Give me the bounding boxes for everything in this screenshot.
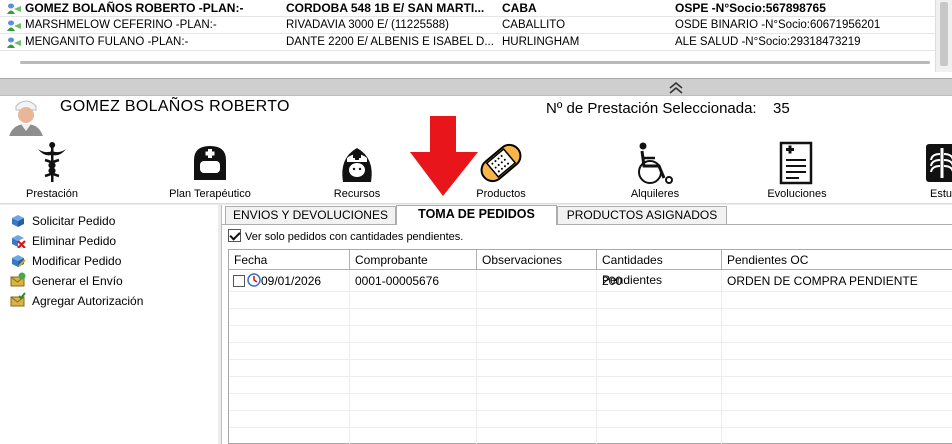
patient-name-cell: MENGANITO FULANO -PLAN:-	[25, 36, 189, 48]
row-divider	[229, 410, 952, 411]
action-label: Agregar Autorización	[32, 294, 144, 308]
patient-row[interactable]: MARSHMELOW CEFERINO -PLAN:- RIVADAVIA 30…	[0, 17, 935, 34]
tab-productos-asignados[interactable]: PRODUCTOS ASIGNADOS	[557, 206, 727, 224]
patient-name-cell: MARSHMELOW CEFERINO -PLAN:-	[25, 19, 217, 31]
tab-toma-de-pedidos[interactable]: TOMA DE PEDIDOS	[396, 205, 557, 225]
patient-address-cell: DANTE 2200 E/ ALBENIS E ISABEL D...	[286, 36, 494, 48]
column-divider	[476, 270, 477, 444]
patient-address-cell: RIVADAVIA 3000 E/ (11225588)	[286, 19, 450, 31]
patient-coverage-cell: OSDE BINARIO -N°Socio:60671956201	[675, 19, 881, 31]
action-agregar-autorizacion[interactable]: Agregar Autorización	[10, 292, 143, 310]
pending-filter[interactable]: Ver solo pedidos con cantidades pendient…	[228, 229, 463, 245]
toolbar-plan-terapeutico[interactable]: Plan Terapéutico	[162, 136, 258, 204]
patient-city-cell: HURLINGHAM	[502, 36, 580, 48]
patient-row[interactable]: MENGANITO FULANO -PLAN:- DANTE 2200 E/ A…	[0, 34, 935, 51]
orders-table: Fecha Comprobante Observaciones Cantidad…	[228, 249, 952, 444]
authorization-icon	[10, 292, 26, 307]
send-icon	[10, 272, 26, 287]
row-divider	[229, 393, 952, 394]
row-divider	[229, 291, 952, 292]
pending-filter-label: Ver solo pedidos con cantidades pendient…	[245, 231, 464, 243]
column-header[interactable]: Cantidades Pendientes	[597, 250, 722, 287]
patient-icon	[7, 37, 21, 48]
patient-list: GOMEZ BOLAÑOS ROBERTO -PLAN:- CORDOBA 54…	[0, 0, 952, 78]
patient-city-cell: CABA	[502, 1, 537, 15]
fecha-cell: 09/01/2026	[229, 271, 321, 291]
patient-icon	[7, 20, 21, 31]
tab-envios-devoluciones[interactable]: ENVIOS Y DEVOLUCIONES	[225, 206, 396, 224]
row-divider	[229, 376, 952, 377]
scrollbar-thumb[interactable]	[940, 2, 948, 66]
orders-panel: ENVIOS Y DEVOLUCIONES TOMA DE PEDIDOS PR…	[221, 205, 952, 444]
patient-coverage-cell: ALE SALUD -N°Socio:29318473219	[675, 36, 861, 48]
prestacion-value: 35	[773, 100, 790, 117]
chevron-up-double-icon[interactable]	[668, 81, 684, 95]
action-modificar-pedido[interactable]: Modificar Pedido	[10, 252, 121, 270]
actions-panel: Solicitar Pedido Eliminar Pedido Modific…	[0, 205, 218, 444]
delete-order-icon	[12, 235, 26, 248]
patient-city-cell: CABALLITO	[502, 19, 566, 31]
row-divider	[229, 308, 952, 309]
tab-strip-border	[222, 224, 952, 225]
toolbar-alquileres[interactable]: Alquileres	[622, 136, 688, 204]
row-divider	[229, 325, 952, 326]
fecha-value: 09/01/2026	[261, 274, 322, 288]
toolbar-evoluciones[interactable]: Evoluciones	[764, 136, 830, 204]
pending-filter-checkbox[interactable]	[228, 229, 241, 242]
row-divider	[229, 359, 952, 360]
action-eliminar-pedido[interactable]: Eliminar Pedido	[10, 232, 116, 250]
order-status-icon	[247, 273, 261, 287]
column-divider	[721, 270, 722, 444]
toolbar-estudios[interactable]: Estu	[922, 136, 952, 204]
horizontal-scrollbar[interactable]	[20, 61, 930, 64]
row-divider	[229, 427, 952, 428]
toolbar-label: Evoluciones	[767, 188, 827, 200]
edit-order-icon	[12, 255, 26, 267]
column-divider	[596, 270, 597, 444]
column-header[interactable]: Observaciones	[477, 250, 597, 270]
toolbar-label: Prestación	[26, 188, 78, 200]
toolbar-label: Alquileres	[630, 188, 680, 200]
action-solicitar-pedido[interactable]: Solicitar Pedido	[10, 212, 115, 230]
observaciones-cell	[477, 271, 482, 291]
row-divider	[229, 342, 952, 343]
action-generar-envio[interactable]: Generar el Envío	[10, 272, 123, 290]
prestacion-label: Nº de Prestación Seleccionada:	[546, 100, 757, 117]
patient-coverage-cell: OSPE -N°Socio:567898765	[675, 1, 826, 15]
nurse-helmet-icon	[194, 146, 226, 180]
column-header[interactable]: Pendientes OC	[722, 250, 952, 270]
row-checkbox[interactable]	[233, 275, 245, 287]
red-arrow-icon	[410, 116, 478, 196]
toolbar-recursos[interactable]: Recursos	[326, 136, 388, 204]
column-header[interactable]: Fecha	[229, 250, 350, 270]
action-label: Eliminar Pedido	[32, 234, 117, 248]
patient-address-cell: CORDOBA 548 1B E/ SAN MARTI...	[286, 1, 485, 15]
toolbar-label: Estu	[930, 188, 952, 200]
patient-name-cell: GOMEZ BOLAÑOS ROBERTO -PLAN:-	[25, 1, 244, 15]
action-label: Modificar Pedido	[32, 254, 122, 268]
column-divider	[349, 270, 350, 444]
pendientes-oc-cell: ORDEN DE COMPRA PENDIENTE	[727, 274, 918, 288]
action-label: Generar el Envío	[32, 274, 123, 288]
cantidades-cell: 200	[602, 274, 623, 288]
xray-icon	[926, 144, 952, 182]
bandage-icon	[480, 143, 522, 183]
add-order-icon	[12, 215, 24, 227]
patient-name: GOMEZ BOLAÑOS ROBERTO	[60, 98, 290, 115]
nurse-icon	[342, 148, 372, 182]
caduceus-icon	[38, 142, 66, 182]
panel-splitter[interactable]	[0, 78, 952, 96]
comprobante-cell: 0001-00005676	[355, 274, 440, 288]
vertical-scrollbar[interactable]	[935, 0, 952, 72]
wheelchair-icon	[638, 142, 673, 184]
toolbar-label: Plan Terapéutico	[169, 188, 251, 200]
action-label: Solicitar Pedido	[32, 214, 116, 228]
patient-icon	[7, 3, 21, 14]
medical-report-icon	[779, 141, 813, 185]
toolbar-label: Recursos	[333, 188, 381, 200]
toolbar-prestacion[interactable]: Prestación	[18, 136, 86, 204]
patient-row[interactable]: GOMEZ BOLAÑOS ROBERTO -PLAN:- CORDOBA 54…	[0, 0, 935, 17]
column-header[interactable]: Comprobante	[350, 250, 477, 270]
